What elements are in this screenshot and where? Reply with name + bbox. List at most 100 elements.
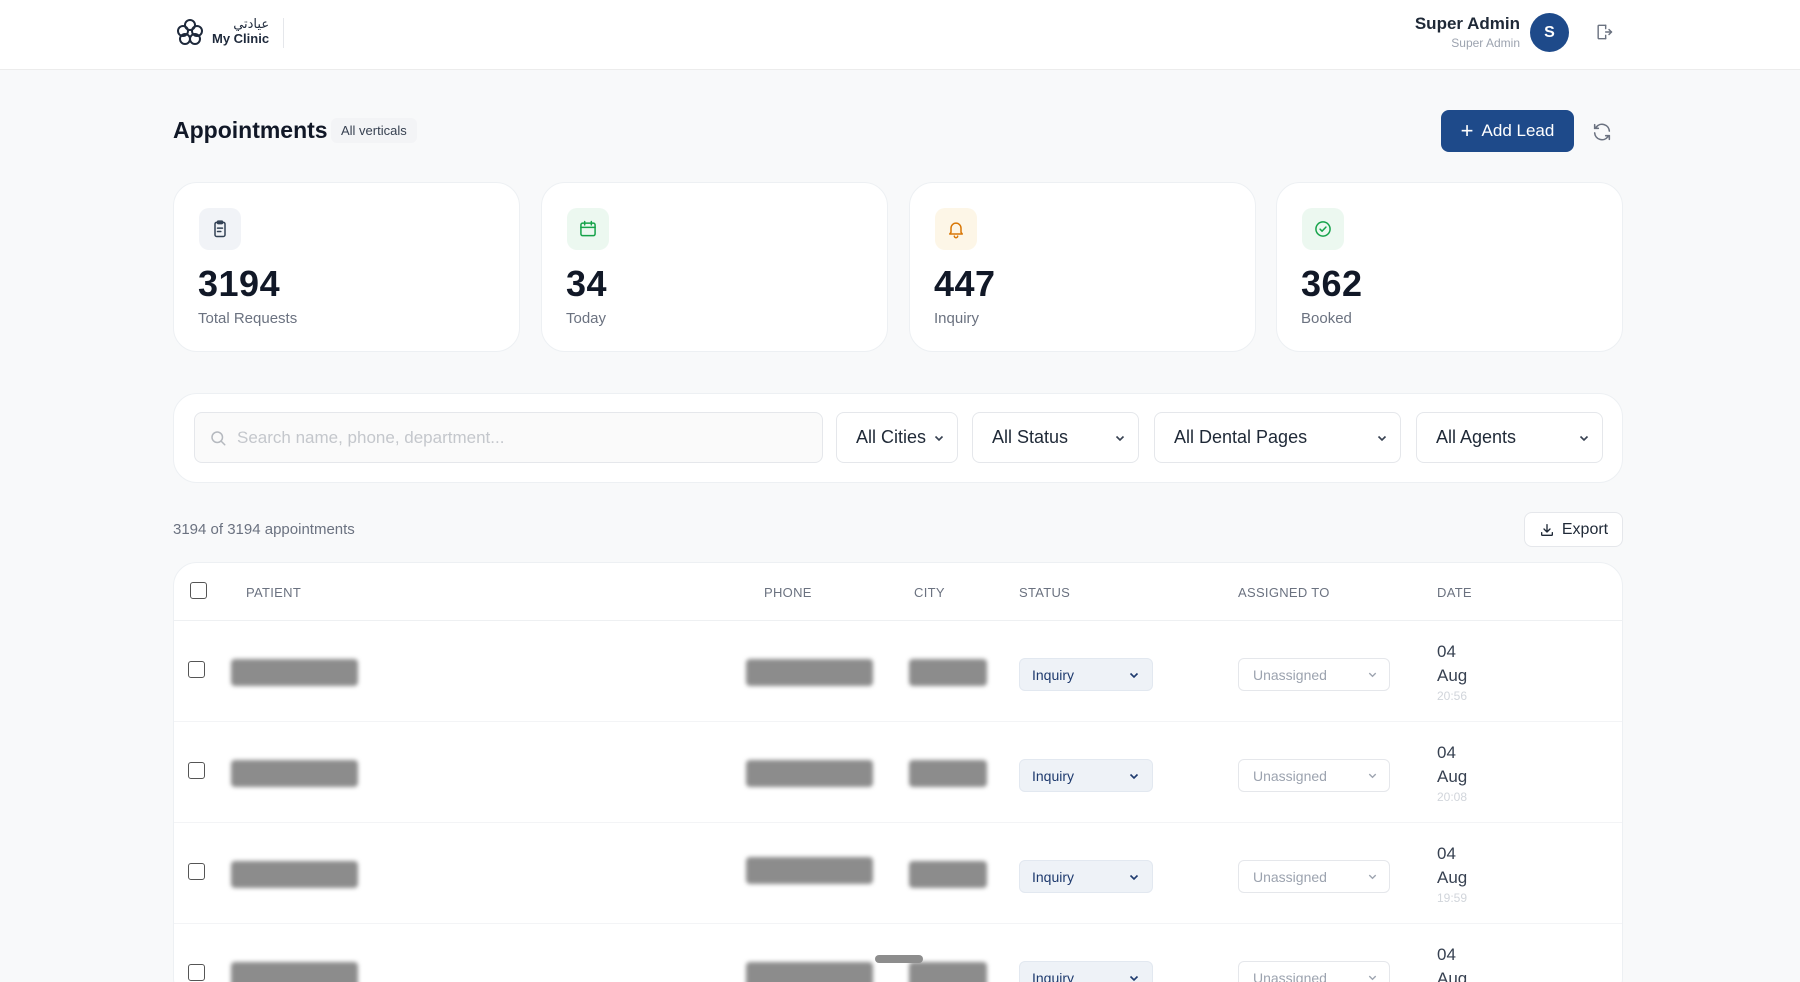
export-label: Export xyxy=(1561,520,1609,538)
check-circle-icon xyxy=(1302,208,1344,250)
chevron-down-icon xyxy=(1115,435,1125,441)
stat-card-today: 34 Today xyxy=(541,182,888,352)
table-row[interactable]: Inquiry Unassigned 04 Aug 20:08 xyxy=(174,722,1622,823)
assignee-select[interactable]: Unassigned xyxy=(1238,860,1390,893)
results-count: 3194 of 3194 appointments xyxy=(173,521,355,538)
stat-label: Booked xyxy=(1301,310,1352,327)
status-filter-value: All Status xyxy=(992,427,1069,447)
search-icon xyxy=(211,430,226,445)
status-value: Inquiry xyxy=(1032,969,1075,982)
stat-value: 34 xyxy=(566,263,608,304)
logout-icon[interactable] xyxy=(1594,22,1614,42)
table-row[interactable]: Inquiry Unassigned 04 Aug 19:59 xyxy=(174,823,1622,924)
page-title: Appointments xyxy=(173,117,328,143)
patient-name-redacted xyxy=(231,659,358,686)
vertical-badge[interactable]: All verticals xyxy=(331,118,417,143)
assignee-select[interactable]: Unassigned xyxy=(1238,961,1390,982)
column-header-phone[interactable]: PHONE xyxy=(764,585,812,600)
status-select[interactable]: Inquiry xyxy=(1019,860,1153,893)
status-select[interactable]: Inquiry xyxy=(1019,961,1153,982)
city-redacted xyxy=(909,659,987,686)
clipboard-icon xyxy=(199,208,241,250)
chevron-down-icon xyxy=(1129,672,1139,678)
dental-pages-filter-select[interactable]: All Dental Pages xyxy=(1154,412,1401,463)
logo-arabic: عيادتي xyxy=(233,17,270,33)
bell-icon xyxy=(935,208,977,250)
assignee-select[interactable]: Unassigned xyxy=(1238,759,1390,792)
assignee-value: Unassigned xyxy=(1253,969,1327,982)
column-header-assigned-to[interactable]: ASSIGNED TO xyxy=(1238,585,1330,600)
column-header-patient[interactable]: PATIENT xyxy=(246,585,301,600)
status-value: Inquiry xyxy=(1032,767,1075,784)
patient-name-redacted xyxy=(231,760,358,787)
row-checkbox[interactable] xyxy=(188,762,205,779)
table-row[interactable]: Inquiry Unassigned 04 Aug xyxy=(174,924,1622,982)
status-filter-select[interactable]: All Status xyxy=(972,412,1139,463)
refresh-icon[interactable] xyxy=(1591,121,1613,143)
date-day: 04 xyxy=(1437,642,1456,661)
stat-value: 3194 xyxy=(198,263,281,304)
stat-value: 447 xyxy=(934,263,996,304)
date-time: 20:56 xyxy=(1437,689,1468,703)
date-time: 20:08 xyxy=(1437,790,1468,804)
column-header-city[interactable]: CITY xyxy=(914,585,945,600)
agents-filter-value: All Agents xyxy=(1436,427,1517,447)
stat-label: Inquiry xyxy=(934,310,980,327)
city-filter-value: All Cities xyxy=(856,427,927,447)
phone-redacted xyxy=(746,857,873,884)
city-redacted xyxy=(909,760,987,787)
status-value: Inquiry xyxy=(1032,666,1075,683)
appointment-date: 04 Aug xyxy=(1437,943,1467,982)
row-checkbox[interactable] xyxy=(188,661,205,678)
chevron-down-icon xyxy=(1368,975,1377,981)
date-day: 04 xyxy=(1437,743,1456,762)
patient-name-redacted xyxy=(231,962,358,982)
filter-panel: All Cities All Status All Dental Pages A… xyxy=(173,393,1623,483)
assignee-value: Unassigned xyxy=(1253,666,1327,683)
clinic-logo[interactable]: عيادتي My Clinic xyxy=(174,16,269,48)
user-info: Super Admin Super Admin xyxy=(1415,14,1520,50)
agents-filter-select[interactable]: All Agents xyxy=(1416,412,1603,463)
column-header-status[interactable]: STATUS xyxy=(1019,585,1070,600)
status-select[interactable]: Inquiry xyxy=(1019,658,1153,691)
assignee-value: Unassigned xyxy=(1253,767,1327,784)
assignee-value: Unassigned xyxy=(1253,868,1327,885)
phone-redacted xyxy=(746,659,873,686)
appointment-date: 04 Aug 20:56 xyxy=(1437,640,1467,704)
table-row[interactable]: Inquiry Unassigned 04 Aug 20:56 xyxy=(174,621,1622,722)
horizontal-scroll-indicator[interactable] xyxy=(875,955,923,963)
city-filter-select[interactable]: All Cities xyxy=(836,412,958,463)
row-checkbox[interactable] xyxy=(188,964,205,981)
appointment-date: 04 Aug 20:08 xyxy=(1437,741,1467,805)
stat-label: Total Requests xyxy=(198,310,298,327)
top-bar: عيادتي My Clinic Super Admin Super Admin… xyxy=(0,0,1800,70)
stat-label: Today xyxy=(566,310,607,327)
row-checkbox[interactable] xyxy=(188,863,205,880)
date-month: Aug xyxy=(1437,868,1468,887)
patient-name-redacted xyxy=(231,861,358,888)
download-icon xyxy=(1540,523,1553,536)
chevron-down-icon xyxy=(1129,975,1139,981)
user-name: Super Admin xyxy=(1414,14,1520,33)
chevron-down-icon xyxy=(1368,773,1377,779)
city-redacted xyxy=(909,861,987,888)
calendar-icon xyxy=(567,208,609,250)
stat-card-inquiry: 447 Inquiry xyxy=(909,182,1256,352)
add-lead-label: Add Lead xyxy=(1481,121,1555,140)
export-button[interactable]: Export xyxy=(1524,512,1623,547)
stat-value: 362 xyxy=(1301,263,1363,304)
date-day: 04 xyxy=(1437,945,1456,964)
search-box[interactable] xyxy=(194,412,823,463)
assignee-select[interactable]: Unassigned xyxy=(1238,658,1390,691)
chevron-down-icon xyxy=(1129,874,1139,880)
add-lead-button[interactable]: + Add Lead xyxy=(1441,110,1574,152)
appointment-date: 04 Aug 19:59 xyxy=(1437,842,1467,906)
search-input[interactable] xyxy=(237,427,797,448)
column-header-date[interactable]: DATE xyxy=(1437,585,1472,600)
status-select[interactable]: Inquiry xyxy=(1019,759,1153,792)
date-day: 04 xyxy=(1437,844,1456,863)
chevron-down-icon xyxy=(1579,435,1589,441)
select-all-checkbox[interactable] xyxy=(190,582,207,599)
stat-card-total-requests: 3194 Total Requests xyxy=(173,182,520,352)
avatar[interactable]: S xyxy=(1530,13,1569,52)
